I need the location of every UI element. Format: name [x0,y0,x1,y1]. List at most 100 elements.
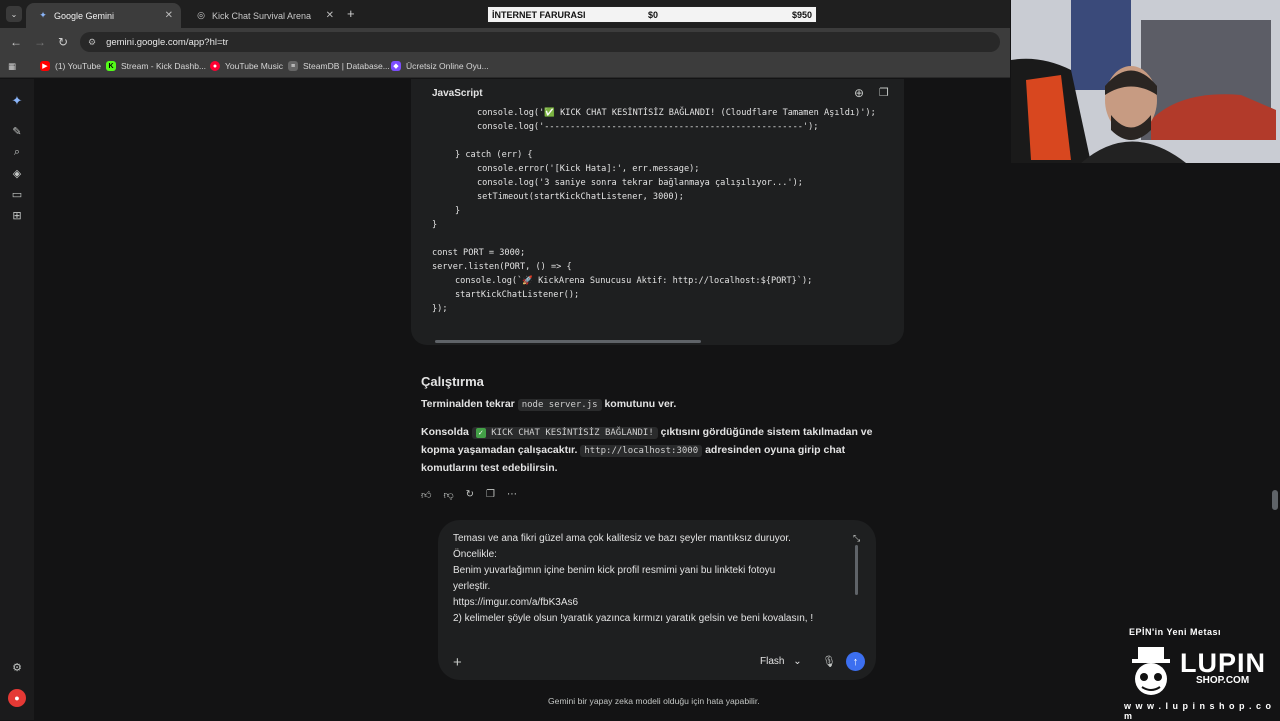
text: komutunu ver. [604,398,677,410]
check-icon: ✓ [475,427,486,438]
chevron-down-icon: ⌄ [793,656,802,667]
goal-target: $950 [791,10,812,20]
prompt-line[interactable]: 2) kelimeler şöyle olsun !yaratık yazınc… [453,613,813,624]
prompt-line[interactable]: Teması ve ana fikri güzel ama çok kalite… [453,533,791,544]
new-chat-icon[interactable]: ✎ [10,125,24,138]
bookmark-label: Ücretsiz Online Oyu... [406,61,489,71]
settings-icon[interactable]: ⚙ [10,661,24,674]
disclaimer-text: Gemini bir yapay zeka modeli olduğu için… [548,696,760,706]
code-line: console.log('---------------------------… [477,122,819,132]
search-icon[interactable]: ⌕ [10,146,24,159]
bookmark-label: SteamDB | Database... [303,61,390,71]
tab-label: Google Gemini [54,10,115,21]
site-info-icon[interactable]: ⚙ [88,37,96,48]
code-line: console.log('✅ KICK CHAT KESİNTİSİZ BAĞL… [477,108,876,118]
collapse-icon[interactable]: ⤡ [853,533,860,544]
inline-code: KICK CHAT KESİNTİSİZ BAĞLANDI! [491,428,654,438]
inline-code: node server.js [517,399,602,411]
send-button[interactable]: ↑ [846,652,865,671]
more-icon[interactable]: ⋯ [507,489,517,501]
input-scrollbar[interactable] [855,545,858,595]
code-line: startKickChatListener(); [455,290,580,300]
url-text: gemini.google.com/app?hl=tr [106,36,229,48]
sponsor-tagline: EPİN'in Yeni Metası [1129,627,1222,637]
youtube-icon: ▶ [40,61,50,71]
code-line: setTimeout(startKickChatListener, 3000); [477,192,684,202]
download-icon[interactable]: ⊕ [854,86,864,100]
thumbs-down-icon[interactable]: 👎︎ [443,489,453,501]
add-attachment-button[interactable]: + [453,654,462,671]
game-icon: ◆ [391,61,401,71]
gemini-sidebar: ✦ ✎ ⌕ ◈ ▭ ⊞ ⚙ ● [0,79,34,720]
lupin-mascot-logo [1132,647,1170,695]
section-heading: Çalıştırma [421,374,484,389]
donation-goal-bar: İNTERNET FARURASI $0 $950 [487,6,817,23]
bookmark-kick-dashboard[interactable]: K Stream - Kick Dashb... [106,61,206,71]
bookmark-steamdb[interactable]: ≡ SteamDB | Database... [288,61,390,71]
goal-current: $0 [648,10,659,20]
tab-kick-chat[interactable]: ◎ Kick Chat Survival Arena ✕ [184,3,342,28]
code-line: } [455,206,461,216]
new-tab-button[interactable]: + [347,6,355,21]
code-line: console.log('3 saniye sonra tekrar bağla… [477,178,803,188]
sponsor-brand-sub: SHOP.COM [1196,675,1250,686]
apps-icon[interactable]: ▦ [8,61,16,72]
response-actions: 👍︎ 👎︎ ↻ ❐ ⋯ [421,489,517,501]
prompt-line[interactable]: Benim yuvarlağımın içine benim kick prof… [453,565,775,576]
bookmark-label: YouTube Music [225,61,283,71]
gemini-icon[interactable]: ✦ [10,93,24,109]
tab-label: Kick Chat Survival Arena [212,10,312,21]
microphone-icon[interactable]: 🎙︎ [822,655,836,668]
webcam-feed [1011,0,1280,163]
youtube-music-icon: ● [210,61,220,71]
sponsor-url: w w w . l u p i n s h o p . c o m [1124,701,1273,721]
regenerate-icon[interactable]: ↻ [466,489,474,501]
code-block [411,79,904,345]
bookmark-label: (1) YouTube [55,61,101,71]
steamdb-icon: ≡ [288,61,298,71]
gemini-icon: ✦ [39,10,47,20]
bookmarks-bar: ▦ ▶ (1) YouTube K Stream - Kick Dashb...… [0,56,1010,78]
tab-google-gemini[interactable]: ✦ Google Gemini ✕ [26,3,181,28]
library-icon[interactable]: ▭ [10,188,24,201]
code-scrollbar[interactable] [435,340,701,343]
chevron-down-icon: ⌄ [10,9,18,19]
kick-icon: K [106,61,116,71]
prompt-line[interactable]: yerleştir. [453,581,490,592]
back-button[interactable]: ← [10,35,22,49]
prompt-line[interactable]: Öncelikle: [453,549,497,560]
code-line: } catch (err) { [455,150,533,160]
model-selector[interactable]: Flash ⌄ [760,656,802,667]
close-icon[interactable]: ✕ [326,10,334,21]
apps-grid-icon[interactable]: ⊞ [10,209,24,222]
close-icon[interactable]: ✕ [165,10,173,21]
bookmark-youtube[interactable]: ▶ (1) YouTube [40,61,101,71]
bookmark-label: Stream - Kick Dashb... [121,61,207,71]
gems-icon[interactable]: ◈ [10,167,24,180]
bookmark-youtube-music[interactable]: ● YouTube Music [210,61,283,71]
text: Konsolda [421,426,469,438]
code-line: server.listen(PORT, () => { [432,262,572,272]
code-line: console.log(`🚀 KickArena Sunucusu Aktif:… [455,276,813,286]
copy-icon[interactable]: ❐ [486,489,495,501]
code-line: }); [432,304,448,314]
address-bar[interactable]: ⚙ gemini.google.com/app?hl=tr [80,32,1000,52]
thumbs-up-icon[interactable]: 👍︎ [421,489,431,501]
code-line: const PORT = 3000; [432,248,526,258]
tab-search-button[interactable]: ⌄ [6,6,22,22]
reload-button[interactable]: ↻ [58,35,68,49]
bookmark-online-games[interactable]: ◆ Ücretsiz Online Oyu... [391,61,489,71]
copy-icon[interactable]: ❐ [879,86,889,99]
code-line: } [432,220,438,230]
text: Terminalden tekrar [421,398,515,410]
forward-button[interactable]: → [34,35,46,49]
prompt-line[interactable]: https://imgur.com/a/fbK3As6 [453,597,578,608]
browser-toolbar: ← → ↻ ⚙ gemini.google.com/app?hl=tr [0,28,1010,56]
arrow-up-icon: ↑ [852,655,859,668]
response-paragraph: Konsolda ✓ KICK CHAT KESİNTİSİZ BAĞLANDI… [421,424,896,477]
inline-code: http://localhost:3000 [580,445,703,457]
goal-label: İNTERNET FARURASI [492,10,586,20]
avatar[interactable]: ● [8,689,26,707]
page-scrollbar[interactable] [1272,490,1278,510]
code-language: JavaScript [432,88,483,99]
